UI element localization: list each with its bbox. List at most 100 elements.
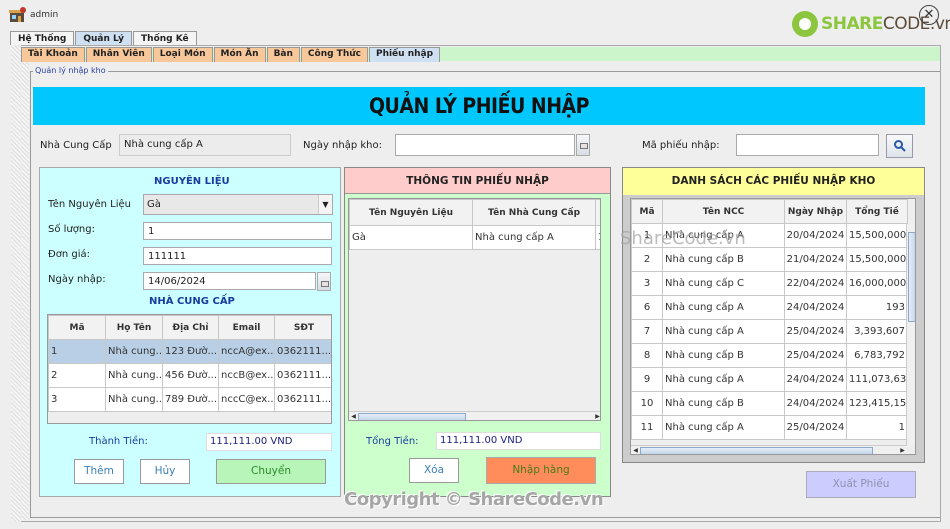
column-header[interactable]: SĐT [274,315,331,340]
scroll-left-icon[interactable]: ◀ [631,446,640,454]
table-row[interactable]: 10 Nhà cung cấp B 24/04/2024 123,415,150 [631,391,908,416]
table-cell: 1 [846,415,908,440]
table-row[interactable]: 6 Nhà cung cấp A 24/04/2024 193 [631,295,908,320]
current-user: admin [30,10,59,20]
receipt-code-input[interactable] [736,134,879,156]
sub-tabs: Tài Khoản Nhân Viên Loại Món Món Ăn Bàn … [21,47,441,62]
column-header[interactable]: Tên Nhà Cung Cấp [472,199,596,226]
table-row[interactable]: 8 Nhà cung cấp B 25/04/2024 6,783,792 [631,343,908,368]
supplier-table: Mã Họ Tên Địa Chỉ Email SĐT 1 Nhà cung..… [47,314,332,424]
store-icon [9,7,26,22]
tab-nhan-vien[interactable]: Nhân Viên [85,47,152,62]
watermark-overlay: ShareCode.vn [620,228,746,249]
unit-price-label: Đơn giá: [48,249,91,260]
table-row[interactable]: 9 Nhà cung cấp A 24/04/2024 111,073,635 [631,367,908,392]
table-row[interactable]: 3 Nhà cung... 789 Đườ... nccC@ex... 0362… [48,387,331,412]
scroll-left-icon[interactable]: ◀ [349,412,358,420]
tab-he-thong[interactable]: Hệ Thống [10,31,75,45]
line-total-label: Thành Tiền: [89,436,148,447]
column-header[interactable]: Tổng Tiề [846,199,908,224]
horizontal-scrollbar[interactable]: ◀ ▶ [631,445,907,454]
title-bar: admin SHARE CODE.vn ✕ [0,0,950,37]
table-cell: 1 [595,225,600,250]
logo-suffix: CODE.vn [882,14,950,34]
add-button[interactable]: Thêm [74,459,124,484]
tab-phieu-nhap[interactable]: Phiếu nhập [368,47,441,62]
search-icon [893,140,906,152]
column-header[interactable]: Tên Nguyên Liệu [349,199,473,226]
table-cell: Nhà cung... [105,339,163,364]
table-row[interactable]: 7 Nhà cung cấp A 25/04/2024 3,393,607 [631,319,908,344]
scrollbar-thumb[interactable] [358,413,466,420]
sub-panel-gripper [21,62,29,520]
scroll-right-icon[interactable]: ▶ [593,412,600,420]
column-header[interactable]: Địa Chỉ [162,315,219,340]
table-row[interactable]: 3 Nhà cung cấp C 22/04/2024 16,000,000 [631,271,908,296]
calendar-icon[interactable] [576,134,590,156]
table-cell: 21/04/2024 [784,247,847,272]
table-cell: Nhà cung cấp A [472,225,596,250]
table-cell: Nhà cung cấp A [662,367,785,392]
import-date-label: Ngày nhập: [48,274,106,285]
column-header[interactable]: Ngày Nhập [784,199,847,224]
scrollbar-thumb[interactable] [908,232,915,322]
tab-loai-mon[interactable]: Loại Món [152,47,213,62]
table-row[interactable]: 1 Nhà cung... 123 Đườ... nccA@ex... 0362… [48,339,331,364]
column-header[interactable]: Mã [48,315,106,340]
import-date-filter-input[interactable] [395,134,575,156]
supplier-filter-field[interactable]: Nhà cung cấp A [119,134,291,156]
table-cell: 16,000,000 [846,271,908,296]
table-cell: 24/04/2024 [784,391,847,416]
table-row[interactable]: 2 Nhà cung... 456 Đườ... nccB@ex... 0362… [48,363,331,388]
receipt-list-title: DANH SÁCH CÁC PHIẾU NHẬP KHO [623,168,924,195]
close-icon[interactable]: ✕ [919,5,939,25]
panel-gripper [11,45,21,522]
tab-tai-khoan[interactable]: Tài Khoản [21,47,85,62]
tab-mon-an[interactable]: Món Ăn [213,47,266,62]
table-cell: 123 Đườ... [162,339,219,364]
tab-thong-ke[interactable]: Thống Kê [133,31,197,45]
column-header[interactable]: Tên NCC [662,199,785,224]
scroll-right-icon[interactable]: ▶ [898,446,907,454]
search-button[interactable] [886,134,913,158]
table-cell: Nhà cung cấp B [662,247,785,272]
table-cell: 15,500,000 [846,247,908,272]
scrollbar-thumb[interactable] [640,447,873,454]
vertical-scrollbar[interactable] [906,224,915,445]
table-row[interactable]: 2 Nhà cung cấp B 21/04/2024 15,500,000 [631,247,908,272]
column-header[interactable] [595,199,600,226]
table-cell: 10 [631,391,663,416]
table-cell: 0362111... [274,387,331,412]
table-cell: 6,783,792 [846,343,908,368]
horizontal-scrollbar[interactable]: ◀ ▶ [349,411,600,420]
line-total-value: 111,111.00 VND [206,433,332,451]
supplier-filter-label: Nhà Cung Cấp [40,140,112,151]
table-cell: nccB@ex... [218,363,275,388]
quantity-input[interactable] [143,222,332,240]
column-header[interactable]: Email [218,315,275,340]
calendar-icon[interactable] [317,272,331,291]
table-cell: 22/04/2024 [784,271,847,296]
tab-cong-thuc[interactable]: Công Thức [300,47,368,62]
chevron-down-icon[interactable]: ▼ [318,195,332,214]
ingredient-name-select[interactable]: Gà ▼ [143,194,333,215]
transfer-button[interactable]: Chuyển [216,459,326,484]
table-row[interactable]: 11 Nhà cung cấp A 25/04/2024 1 [631,415,908,440]
table-cell: 1 [48,339,106,364]
import-date-input[interactable] [143,272,316,290]
table-cell: 456 Đườ... [162,363,219,388]
column-header[interactable]: Họ Tên [105,315,163,340]
table-cell: 193 [846,295,908,320]
table-cell: nccC@ex... [218,387,275,412]
cancel-button[interactable]: Hủy [140,459,190,484]
import-goods-button[interactable]: Nhập hàng [486,457,596,484]
unit-price-input[interactable] [143,247,332,265]
table-cell: 25/04/2024 [784,319,847,344]
tab-quan-ly[interactable]: Quản Lý [75,31,133,45]
delete-button[interactable]: Xóa [409,458,459,483]
table-cell: Nhà cung cấp B [662,343,785,368]
tab-ban[interactable]: Bàn [266,47,300,62]
column-header[interactable]: Mã [631,199,663,224]
export-receipt-button[interactable]: Xuất Phiếu [806,471,916,498]
table-row[interactable]: Gà Nhà cung cấp A 1 [349,225,600,250]
